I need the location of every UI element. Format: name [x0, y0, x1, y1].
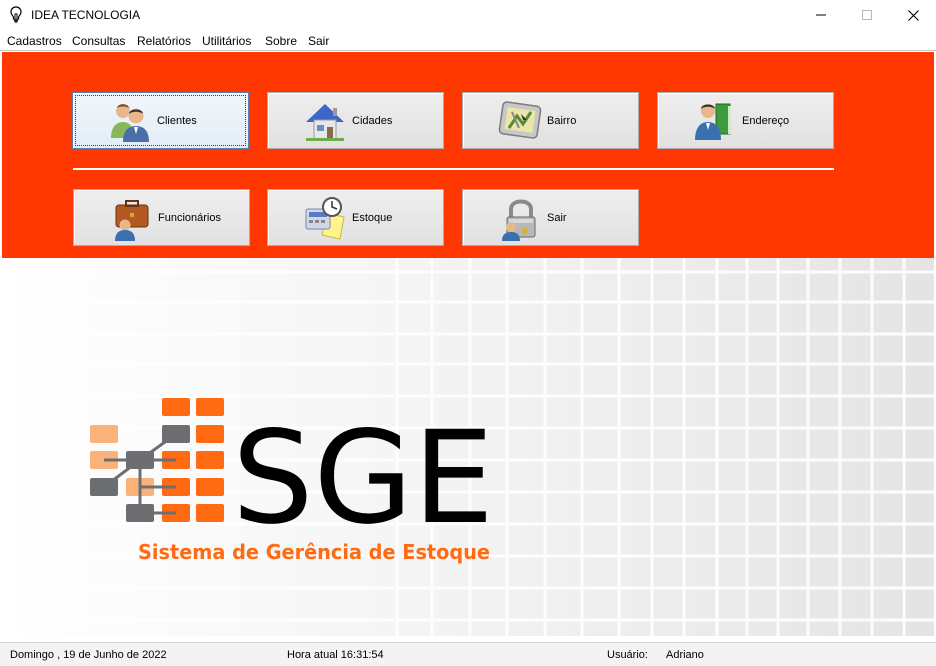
- estoque-label: Estoque: [352, 211, 393, 224]
- close-icon: [907, 9, 919, 21]
- menu-sobre[interactable]: Sobre: [265, 34, 297, 48]
- minimize-icon: [816, 14, 826, 16]
- person-book-icon: [692, 98, 738, 144]
- logo-blocks: [90, 398, 224, 522]
- house-icon: [302, 98, 348, 144]
- status-bar: Domingo , 19 de Junho de 2022 Hora atual…: [0, 642, 936, 666]
- main-background: SGE Sistema de Gerência de Estoque: [2, 258, 934, 636]
- users-icon: [107, 98, 153, 144]
- cidades-button[interactable]: Cidades: [267, 92, 444, 149]
- lightbulb-icon: [10, 6, 22, 23]
- minimize-button[interactable]: [798, 0, 844, 30]
- endereco-label: Endereço: [742, 114, 790, 127]
- menu-sair[interactable]: Sair: [308, 34, 329, 48]
- funcionarios-label: Funcionários: [158, 211, 221, 224]
- sair-label: Sair: [547, 211, 567, 224]
- padlock-user-icon: [497, 195, 543, 241]
- logo-title: SGE: [232, 404, 494, 553]
- menu-consultas[interactable]: Consultas: [72, 34, 125, 48]
- estoque-button[interactable]: Estoque: [267, 189, 444, 246]
- bairro-label: Bairro: [547, 114, 577, 127]
- close-button[interactable]: [890, 0, 936, 30]
- cidades-label: Cidades: [352, 114, 393, 127]
- status-date: Domingo , 19 de Junho de 2022: [10, 649, 167, 661]
- calculator-clock-icon: [302, 195, 348, 241]
- bairro-button[interactable]: Bairro: [462, 92, 639, 149]
- endereco-button[interactable]: Endereço: [657, 92, 834, 149]
- briefcase-person-icon: [108, 195, 154, 241]
- toolbar-panel: Clientes Cidades Bairro Endereço Funcion…: [2, 52, 934, 258]
- window-title: IDEA TECNOLOGIA: [31, 8, 141, 22]
- maximize-icon: [862, 10, 872, 20]
- sair-button[interactable]: Sair: [462, 189, 639, 246]
- status-time: Hora atual 16:31:54: [287, 649, 384, 661]
- funcionarios-button[interactable]: Funcionários: [73, 189, 250, 246]
- status-user-label: Usuário:: [607, 649, 648, 661]
- title-bar: IDEA TECNOLOGIA: [0, 0, 936, 30]
- menu-relatorios[interactable]: Relatórios: [137, 34, 191, 48]
- gps-map-icon: [497, 98, 543, 144]
- clientes-button[interactable]: Clientes: [72, 92, 249, 149]
- sge-logo: SGE Sistema de Gerência de Estoque: [90, 398, 494, 564]
- status-user-name: Adriano: [666, 649, 704, 661]
- menu-utilitarios[interactable]: Utilitários: [202, 34, 251, 48]
- logo-subtitle: Sistema de Gerência de Estoque: [138, 540, 490, 564]
- toolbar-separator: [73, 168, 834, 170]
- menu-cadastros[interactable]: Cadastros: [7, 34, 62, 48]
- clientes-label: Clientes: [157, 114, 197, 127]
- menu-bar: Cadastros Consultas Relatórios Utilitári…: [0, 31, 936, 51]
- maximize-button[interactable]: [844, 0, 890, 30]
